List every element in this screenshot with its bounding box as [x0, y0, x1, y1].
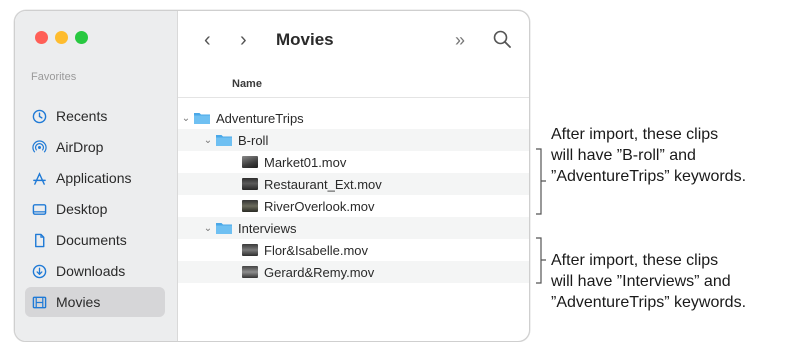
file-name: Interviews	[238, 220, 297, 236]
bracket-interviews	[536, 237, 546, 284]
finder-window: Favorites Recents AirDrop Applications D…	[14, 10, 530, 342]
window-title: Movies	[276, 30, 334, 49]
forward-button[interactable]: ›	[240, 30, 247, 50]
folder-icon	[214, 132, 234, 148]
file-name: AdventureTrips	[216, 110, 304, 126]
column-header-name[interactable]: Name	[232, 78, 262, 90]
close-window-button[interactable]	[35, 31, 48, 44]
movie-thumbnail-icon	[240, 264, 260, 280]
list-item[interactable]: RiverOverlook.mov	[178, 195, 529, 217]
sidebar-item-label: Applications	[56, 170, 132, 186]
sidebar: Favorites Recents AirDrop Applications D…	[15, 11, 178, 341]
file-name: RiverOverlook.mov	[264, 198, 375, 214]
search-icon[interactable]	[492, 29, 512, 49]
annotation-line: will have ”B-roll” and	[551, 147, 696, 164]
annotation-interviews: After import, these clips will have ”Int…	[551, 250, 746, 313]
film-icon	[31, 294, 47, 310]
zoom-window-button[interactable]	[75, 31, 88, 44]
disclosure-chevron-down-icon[interactable]: ⌄	[202, 223, 214, 234]
sidebar-item-label: Documents	[56, 232, 127, 248]
airdrop-icon	[31, 139, 47, 155]
sidebar-item-recents[interactable]: Recents	[25, 101, 165, 131]
column-header: Name	[178, 73, 529, 98]
empty-row	[178, 283, 529, 305]
file-name: Market01.mov	[264, 154, 347, 170]
sidebar-item-label: Movies	[56, 294, 101, 310]
document-icon	[31, 232, 47, 248]
list-item[interactable]: ⌄ B-roll	[178, 129, 529, 151]
list-item[interactable]: Gerard&Remy.mov	[178, 261, 529, 283]
annotation-line: ”AdventureTrips” keywords.	[551, 168, 747, 185]
annotation-line: After import, these clips	[551, 126, 719, 143]
sidebar-item-applications[interactable]: Applications	[25, 163, 165, 193]
toolbar-overflow-button[interactable]: »	[455, 30, 465, 50]
disclosure-chevron-down-icon[interactable]: ⌄	[202, 135, 214, 146]
movie-thumbnail-icon	[240, 198, 260, 214]
annotation-line: will have ”Interviews” and	[551, 273, 731, 290]
sidebar-item-label: Recents	[56, 108, 108, 124]
disclosure-chevron-down-icon[interactable]: ⌄	[180, 113, 192, 124]
back-button[interactable]: ‹	[204, 30, 211, 50]
annotation-b-roll: After import, these clips will have ”B-r…	[551, 124, 746, 187]
toolbar: ‹ › Movies »	[178, 11, 529, 71]
list-item[interactable]: Restaurant_Ext.mov	[178, 173, 529, 195]
sidebar-item-movies[interactable]: Movies	[25, 287, 165, 317]
annotation-line: ”AdventureTrips” keywords.	[551, 294, 747, 311]
movie-thumbnail-icon	[240, 242, 260, 258]
sidebar-item-airdrop[interactable]: AirDrop	[25, 132, 165, 162]
minimize-window-button[interactable]	[55, 31, 68, 44]
sidebar-item-documents[interactable]: Documents	[25, 225, 165, 255]
clock-icon	[31, 108, 47, 124]
list-item[interactable]: ⌄ AdventureTrips	[178, 107, 529, 129]
file-name: Restaurant_Ext.mov	[264, 176, 382, 192]
annotation-line: After import, these clips	[551, 252, 719, 269]
movie-thumbnail-icon	[240, 154, 260, 170]
list-item[interactable]: Flor&Isabelle.mov	[178, 239, 529, 261]
desktop-icon	[31, 201, 47, 217]
sidebar-item-label: AirDrop	[56, 139, 104, 155]
sidebar-item-label: Downloads	[56, 263, 126, 279]
favorites-section-label: Favorites	[31, 71, 77, 83]
file-name: B-roll	[238, 132, 269, 148]
file-name: Flor&Isabelle.mov	[264, 242, 369, 258]
file-name: Gerard&Remy.mov	[264, 264, 375, 280]
movie-thumbnail-icon	[240, 176, 260, 192]
folder-icon	[192, 110, 212, 126]
download-icon	[31, 263, 47, 279]
sidebar-item-desktop[interactable]: Desktop	[25, 194, 165, 224]
bracket-b-roll	[536, 148, 546, 215]
sidebar-item-downloads[interactable]: Downloads	[25, 256, 165, 286]
list-item[interactable]: ⌄ Interviews	[178, 217, 529, 239]
applications-icon	[31, 170, 47, 186]
sidebar-item-label: Desktop	[56, 201, 108, 217]
list-item[interactable]: Market01.mov	[178, 151, 529, 173]
folder-icon	[214, 220, 234, 236]
